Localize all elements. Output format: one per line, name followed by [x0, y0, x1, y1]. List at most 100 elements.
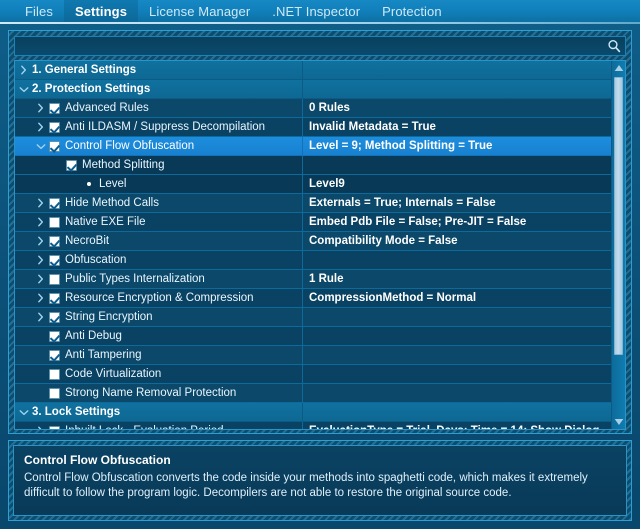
tree-row[interactable]: String Encryption — [15, 308, 611, 327]
tree-row[interactable]: Resource Encryption & CompressionCompres… — [15, 289, 611, 308]
tree-row-name-cell: Code Virtualization — [15, 365, 303, 383]
tree-row-value-cell[interactable] — [303, 384, 611, 402]
tree-row[interactable]: Code Virtualization — [15, 365, 611, 384]
settings-panel-frame: 1. General Settings 2. Protection Setting… — [8, 30, 632, 434]
tree-row[interactable]: Obfuscation — [15, 251, 611, 270]
chevron-down-icon[interactable] — [15, 86, 32, 93]
tree-row[interactable]: Strong Name Removal Protection — [15, 384, 611, 403]
chevron-down-icon[interactable] — [15, 409, 32, 416]
chevron-right-icon[interactable] — [32, 312, 49, 322]
chevron-right-icon[interactable] — [32, 293, 49, 303]
tree-row-value-cell[interactable]: Compatibility Mode = False — [303, 232, 611, 250]
checkbox-checked[interactable] — [49, 350, 60, 361]
tree-row-name-cell: String Encryption — [15, 308, 303, 326]
tree-row[interactable]: Control Flow ObfuscationLevel = 9; Metho… — [15, 137, 611, 156]
tree-row[interactable]: Method Splitting — [15, 156, 611, 175]
scroll-up-button[interactable] — [612, 61, 625, 75]
checkbox-checked[interactable] — [49, 331, 60, 342]
chevron-right-icon[interactable] — [32, 198, 49, 208]
tab-protection[interactable]: Protection — [371, 0, 453, 24]
tree-row-name-cell: Control Flow Obfuscation — [15, 137, 303, 155]
tree-group-row[interactable]: 2. Protection Settings — [15, 80, 611, 99]
tree-row-name-cell: NecroBit — [15, 232, 303, 250]
tree-row[interactable]: Level Level9 — [15, 175, 611, 194]
checkbox-unchecked[interactable] — [49, 369, 60, 380]
tree-row-value-cell[interactable]: Level9 — [303, 175, 611, 193]
tree-row[interactable]: Hide Method CallsExternals = True; Inter… — [15, 194, 611, 213]
tree-row[interactable]: NecroBit Compatibility Mode = False — [15, 232, 611, 251]
checkbox-unchecked[interactable] — [49, 217, 60, 228]
tree-row-name-cell: 1. General Settings — [15, 61, 303, 79]
tree-row-value-cell[interactable]: 1 Rule — [303, 270, 611, 288]
checkbox-checked[interactable] — [49, 141, 60, 152]
scrollbar-thumb[interactable] — [614, 77, 623, 355]
tree-row-name-cell: Method Splitting — [15, 156, 303, 174]
settings-tree-grid[interactable]: 1. General Settings 2. Protection Setting… — [14, 60, 626, 430]
tab-files[interactable]: Files — [14, 0, 64, 24]
tab-settings[interactable]: Settings — [64, 0, 138, 24]
tree-row-label: NecroBit — [65, 235, 109, 247]
chevron-down-icon[interactable] — [32, 143, 49, 150]
tree-row-value-cell[interactable]: Externals = True; Internals = False — [303, 194, 611, 212]
tree-row-value-cell[interactable] — [303, 156, 611, 174]
search-box[interactable] — [14, 36, 626, 56]
tree-row-value-cell[interactable] — [303, 61, 611, 79]
chevron-right-icon[interactable] — [32, 426, 49, 429]
chevron-right-icon[interactable] — [32, 217, 49, 227]
chevron-right-icon[interactable] — [32, 274, 49, 284]
checkbox-unchecked[interactable] — [49, 388, 60, 399]
tree-row-value-cell[interactable] — [303, 80, 611, 98]
tab-net-inspector[interactable]: .NET Inspector — [261, 0, 371, 24]
tree-row-value-cell[interactable] — [303, 403, 611, 421]
tree-row-value-cell[interactable]: Invalid Metadata = True — [303, 118, 611, 136]
chevron-right-icon[interactable] — [32, 103, 49, 113]
chevron-right-icon[interactable] — [32, 122, 49, 132]
tree-row-name-cell: Level — [15, 175, 303, 193]
tree-row-name-cell: Public Types Internalization — [15, 270, 303, 288]
tree-row-name-cell: Resource Encryption & Compression — [15, 289, 303, 307]
checkbox-checked[interactable] — [49, 122, 60, 133]
main-tab-bar: FilesSettingsLicense Manager.NET Inspect… — [0, 0, 640, 24]
tree-row-label: Level — [99, 178, 127, 190]
checkbox-checked[interactable] — [49, 103, 60, 114]
checkbox-checked[interactable] — [49, 312, 60, 323]
tree-row-name-cell: Inbuilt Lock - Evaluation Period — [15, 422, 303, 429]
scroll-down-button[interactable] — [612, 415, 625, 429]
tree-row-value-cell[interactable] — [303, 346, 611, 364]
checkbox-unchecked[interactable] — [49, 426, 60, 430]
tree-row-value-cell[interactable] — [303, 308, 611, 326]
tree-row[interactable]: Anti Tampering — [15, 346, 611, 365]
tree-row[interactable]: Public Types Internalization1 Rule — [15, 270, 611, 289]
chevron-right-icon[interactable] — [15, 65, 32, 75]
tree-row[interactable]: Native EXE FileEmbed Pdb File = False; P… — [15, 213, 611, 232]
tree-row-value-cell[interactable]: Embed Pdb File = False; Pre-JIT = False — [303, 213, 611, 231]
chevron-right-icon[interactable] — [32, 255, 49, 265]
tree-row-value-cell[interactable] — [303, 327, 611, 345]
checkbox-checked[interactable] — [49, 236, 60, 247]
checkbox-checked[interactable] — [49, 255, 60, 266]
tree-row-value-cell[interactable]: Level = 9; Method Splitting = True — [303, 137, 611, 155]
vertical-scrollbar[interactable] — [611, 61, 625, 429]
tree-row-value-cell[interactable]: EvaluationType = Trial_Days; Time = 14; … — [303, 422, 611, 429]
tree-row-value-cell[interactable] — [303, 251, 611, 269]
chevron-right-icon[interactable] — [32, 236, 49, 246]
tree-row-name-cell: Obfuscation — [15, 251, 303, 269]
tree-row-value-cell[interactable]: CompressionMethod = Normal — [303, 289, 611, 307]
tree-row-label: Strong Name Removal Protection — [65, 387, 236, 399]
tree-row[interactable]: Inbuilt Lock - Evaluation PeriodEvaluati… — [15, 422, 611, 429]
tree-row-value-cell[interactable] — [303, 365, 611, 383]
tree-row-label: 2. Protection Settings — [32, 83, 150, 95]
tree-row[interactable]: Anti ILDASM / Suppress DecompilationInva… — [15, 118, 611, 137]
tree-row[interactable]: Anti Debug — [15, 327, 611, 346]
tree-row-name-cell: 2. Protection Settings — [15, 80, 303, 98]
tree-group-row[interactable]: 1. General Settings — [15, 61, 611, 80]
checkbox-unchecked[interactable] — [49, 274, 60, 285]
checkbox-checked[interactable] — [49, 293, 60, 304]
search-input[interactable] — [15, 37, 625, 55]
tree-group-row[interactable]: 3. Lock Settings — [15, 403, 611, 422]
tree-row[interactable]: Advanced Rules0 Rules — [15, 99, 611, 118]
checkbox-checked[interactable] — [66, 160, 77, 171]
checkbox-checked[interactable] — [49, 198, 60, 209]
tab-license-manager[interactable]: License Manager — [138, 0, 261, 24]
tree-row-value-cell[interactable]: 0 Rules — [303, 99, 611, 117]
